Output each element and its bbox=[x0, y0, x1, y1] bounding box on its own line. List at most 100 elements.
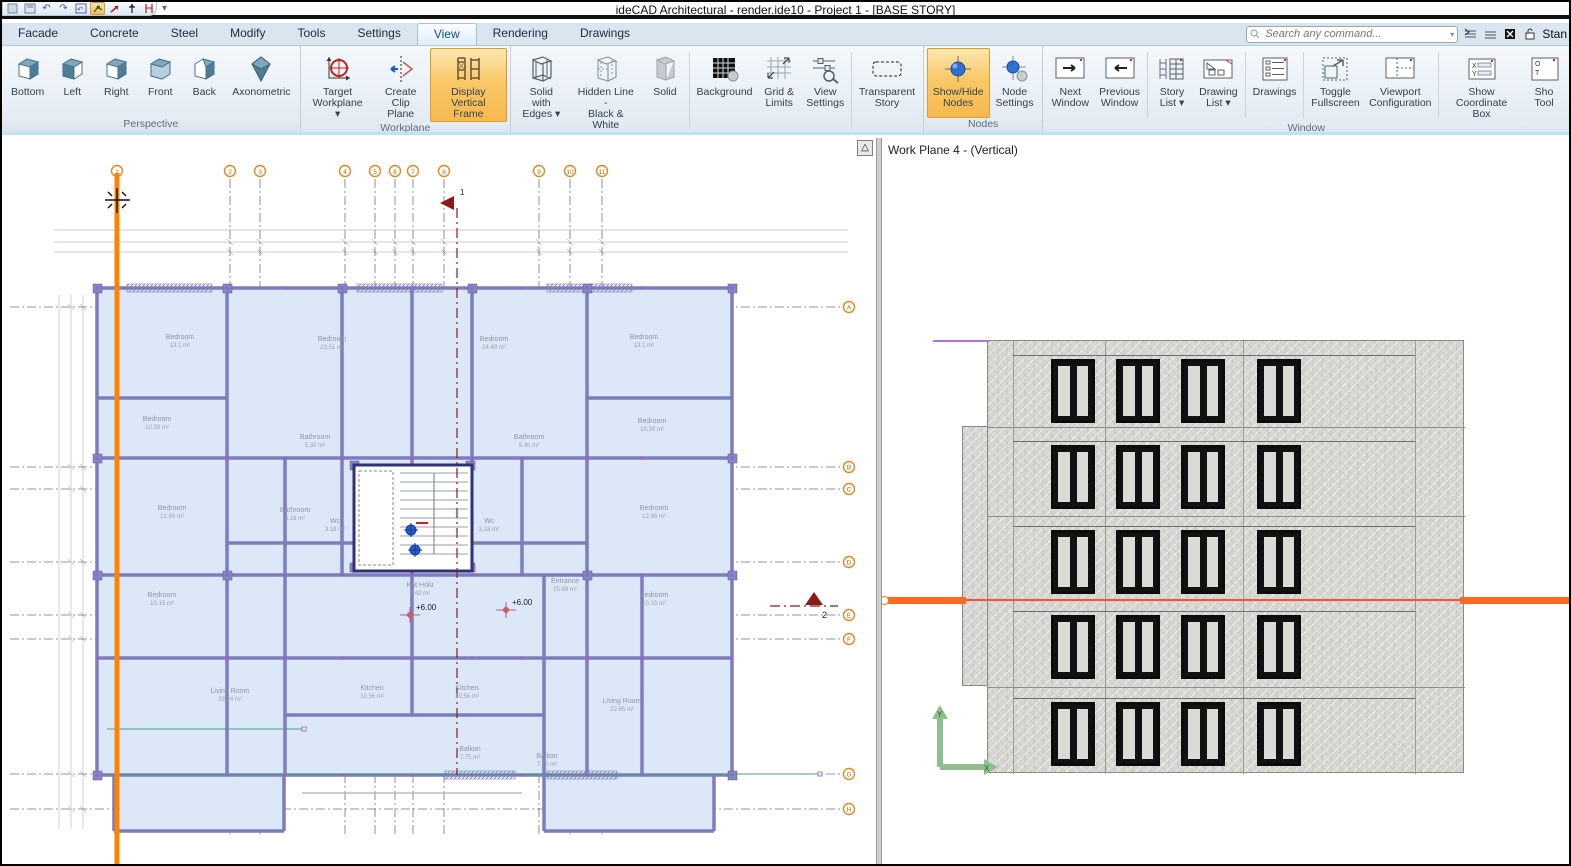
facade-extension-block bbox=[962, 426, 988, 686]
svg-text:1: 1 bbox=[460, 188, 465, 197]
svg-text:9: 9 bbox=[537, 169, 541, 176]
transparent-story-button[interactable]: Transparent Story bbox=[854, 48, 920, 133]
tab-drawings[interactable]: Drawings bbox=[564, 23, 646, 45]
viewport-configuration-icon bbox=[1383, 51, 1417, 87]
group-separator bbox=[1147, 52, 1148, 118]
window-pane bbox=[1121, 535, 1137, 589]
node-settings-button[interactable]: Node Settings bbox=[990, 48, 1040, 118]
room-label: Living Room bbox=[603, 698, 642, 705]
tab-rendering[interactable]: Rendering bbox=[477, 23, 564, 45]
workplane-header: Work Plane 4 - (Vertical) bbox=[888, 143, 1018, 157]
back-view-button[interactable]: Back bbox=[182, 48, 226, 118]
grid-limits-button[interactable]: Grid & Limits bbox=[757, 48, 801, 133]
building-elevation[interactable] bbox=[987, 340, 1464, 773]
room-area-label: 24.49 m² bbox=[482, 345, 506, 351]
svg-text:2: 2 bbox=[822, 610, 827, 620]
room-label: Bathroom bbox=[300, 434, 331, 441]
tab-facade[interactable]: Facade bbox=[2, 23, 74, 45]
workplane-viewport[interactable]: Work Plane 4 - (Vertical) Y X bbox=[882, 138, 1571, 864]
drawings-button[interactable]: Drawings bbox=[1248, 48, 1302, 122]
workplane-cut-line-left[interactable] bbox=[882, 597, 966, 604]
window bbox=[1181, 359, 1225, 423]
window-pane bbox=[1205, 364, 1221, 418]
view-settings-button[interactable]: View Settings bbox=[801, 48, 849, 133]
room-area-label: 3.16 m² bbox=[285, 516, 305, 522]
drawing-list-button[interactable]: Drawing List ▾ bbox=[1194, 48, 1243, 122]
target-workplane-icon bbox=[323, 51, 353, 87]
search-dropdown-icon[interactable]: ▾ bbox=[1450, 30, 1454, 39]
solid-button[interactable]: Solid bbox=[643, 48, 687, 133]
tab-tools[interactable]: Tools bbox=[281, 23, 341, 45]
tab-modify[interactable]: Modify bbox=[214, 23, 281, 45]
background-button[interactable]: Background bbox=[692, 48, 757, 133]
room-label: Wc bbox=[330, 518, 341, 525]
window-pane bbox=[1075, 620, 1091, 674]
window-pane bbox=[1140, 364, 1156, 418]
window-pane bbox=[1140, 707, 1156, 761]
room-area-label: 3.18 m² bbox=[479, 527, 499, 533]
front-view-button[interactable]: Front bbox=[138, 48, 182, 118]
tab-concrete[interactable]: Concrete bbox=[74, 23, 155, 45]
room-label: Bedroom bbox=[480, 336, 509, 343]
tab-settings[interactable]: Settings bbox=[341, 23, 416, 45]
lintel-line bbox=[1013, 611, 1415, 612]
window bbox=[1116, 530, 1160, 594]
next-window-button[interactable]: Next Window bbox=[1046, 48, 1094, 122]
window-pane bbox=[1056, 364, 1072, 418]
group-label-nodes: Nodes bbox=[925, 118, 1042, 132]
window bbox=[1257, 359, 1301, 423]
target-workplane-button[interactable]: Target Workplane ▾ bbox=[304, 48, 372, 122]
hidden-line-bw-button[interactable]: Hidden Line - Black & White bbox=[569, 48, 643, 133]
svg-text:10: 10 bbox=[566, 169, 574, 176]
next-window-icon bbox=[1053, 51, 1087, 87]
axonometric-view-button[interactable]: Axonometric bbox=[226, 48, 296, 118]
layer-stack-icon[interactable] bbox=[1482, 27, 1498, 42]
command-search-box[interactable]: ▾ bbox=[1246, 26, 1458, 43]
window-pane bbox=[1262, 450, 1278, 504]
create-clip-plane-button[interactable]: Create Clip Plane bbox=[372, 48, 430, 122]
window-pane bbox=[1186, 707, 1202, 761]
close-box-icon[interactable] bbox=[1502, 27, 1518, 42]
cube-bottom-icon bbox=[14, 51, 42, 87]
window bbox=[1116, 702, 1160, 766]
workplane-cut-line-right[interactable] bbox=[1460, 597, 1571, 604]
drawing-list-icon bbox=[1201, 51, 1235, 87]
ribbon-group-workplane: Target Workplane ▾ Create Clip Plane Dis… bbox=[301, 46, 511, 132]
window-pane bbox=[1075, 535, 1091, 589]
bottom-view-button[interactable]: Bottom bbox=[5, 48, 50, 118]
workplane-cut-line-mid[interactable] bbox=[966, 599, 1460, 601]
collapse-divider-button[interactable]: △ bbox=[857, 140, 873, 156]
show-hide-nodes-button[interactable]: Show/Hide Nodes bbox=[927, 48, 990, 118]
show-toolbox-button-clipped[interactable]: OT Sho Tool bbox=[1522, 48, 1566, 122]
floor-plan-canvas[interactable]: 1234567891011ABCDEFGH12+6.00+6.00Bedroom… bbox=[2, 138, 876, 864]
svg-text:D: D bbox=[847, 560, 852, 567]
hidden-line-icon bbox=[590, 51, 622, 87]
tab-steel[interactable]: Steel bbox=[155, 23, 214, 45]
toggle-fullscreen-button[interactable]: Toggle Fullscreen bbox=[1306, 48, 1364, 122]
drawings-icon bbox=[1258, 51, 1292, 87]
layer-list-icon[interactable] bbox=[1462, 27, 1478, 42]
previous-window-button[interactable]: Previous Window bbox=[1094, 48, 1145, 122]
story-list-button[interactable]: Story List ▾ bbox=[1150, 48, 1194, 122]
room-area-label: 13.1 m² bbox=[634, 343, 654, 349]
svg-text:5: 5 bbox=[373, 169, 377, 176]
ribbon-group-view: Solid with Edges ▾ Hidden Line - Black &… bbox=[511, 46, 924, 132]
lock-icon[interactable] bbox=[1522, 27, 1538, 42]
search-input[interactable] bbox=[1263, 27, 1447, 41]
tab-view[interactable]: View bbox=[417, 23, 477, 45]
room-area-label: 23.51 m² bbox=[320, 345, 344, 351]
viewport-configuration-button[interactable]: Viewport Configuration bbox=[1365, 48, 1437, 122]
solid-with-edges-button[interactable]: Solid with Edges ▾ bbox=[514, 48, 569, 133]
right-view-button[interactable]: Right bbox=[94, 48, 138, 118]
window-pane bbox=[1056, 535, 1072, 589]
show-coordinate-box-button[interactable]: XY Show Coordinate Box bbox=[1441, 48, 1522, 122]
room-area-label: 3.18 m² bbox=[325, 527, 345, 533]
cube-back-icon bbox=[190, 51, 218, 87]
display-vertical-frame-button[interactable]: Display Vertical Frame bbox=[430, 48, 507, 122]
svg-text:F: F bbox=[847, 637, 851, 644]
plan-viewport[interactable]: 1234567891011ABCDEFGH12+6.00+6.00Bedroom… bbox=[2, 138, 876, 864]
left-view-button[interactable]: Left bbox=[50, 48, 94, 118]
group-separator bbox=[1245, 52, 1246, 118]
cube-left-icon bbox=[58, 51, 86, 87]
window bbox=[1257, 445, 1301, 509]
